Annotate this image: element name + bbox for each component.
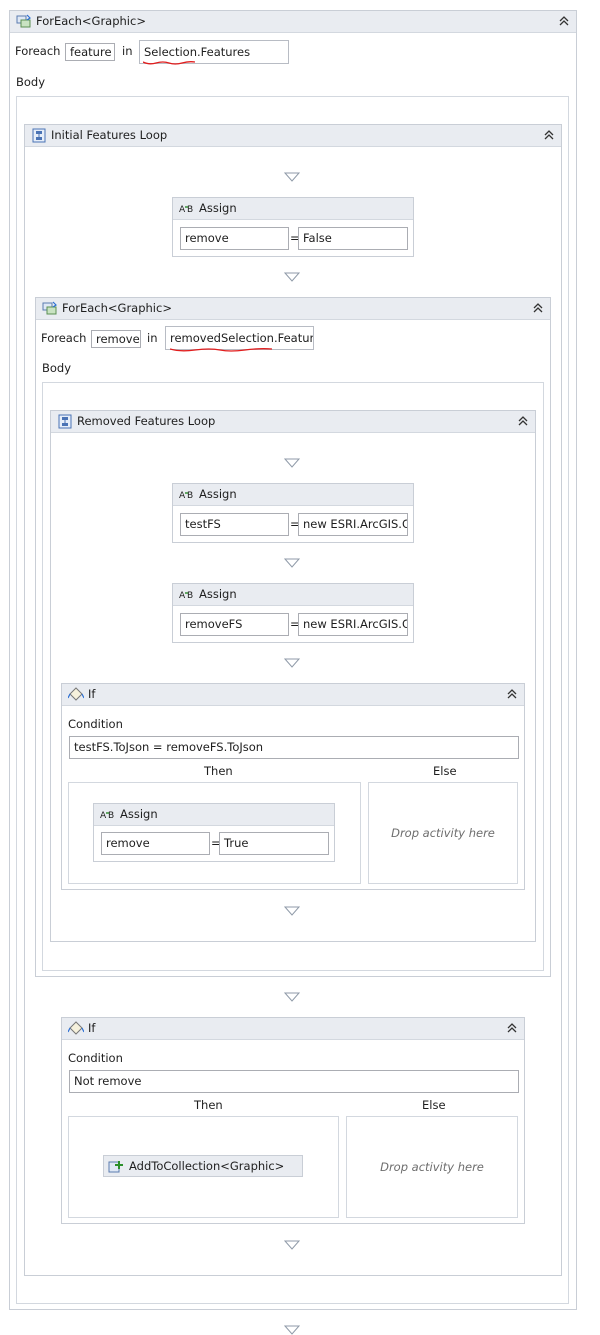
collapse-chevron-icon[interactable]	[531, 301, 545, 315]
if-icon	[68, 687, 84, 702]
assign-header[interactable]: Assign	[173, 484, 413, 506]
else-branch[interactable]: Drop activity here	[368, 782, 518, 884]
body-label: Body	[42, 361, 72, 375]
foreach-icon	[42, 301, 58, 316]
outer-foreach-title: ForEach<Graphic>	[36, 14, 146, 28]
drop-arrow-icon[interactable]	[284, 992, 300, 1002]
add-to-collection-title: AddToCollection<Graphic>	[129, 1159, 285, 1173]
assign-icon	[179, 587, 195, 602]
drop-activity-placeholder[interactable]: Drop activity here	[347, 1160, 517, 1174]
assign-testfs-activity[interactable]: Assign testFS = new ESRI.ArcGIS.Cl	[172, 483, 414, 543]
condition-input[interactable]: Not remove	[69, 1070, 519, 1093]
collapse-chevron-icon[interactable]	[505, 687, 519, 701]
drop-arrow-icon[interactable]	[284, 558, 300, 568]
assign-title: Assign	[120, 807, 158, 821]
then-label: Then	[204, 764, 233, 778]
foreach-label: Foreach	[15, 44, 61, 58]
assign-icon	[100, 807, 116, 822]
assign-icon	[179, 201, 195, 216]
foreach-label: Foreach	[41, 331, 87, 345]
error-squiggle	[143, 61, 195, 65]
condition-label: Condition	[68, 717, 123, 731]
initial-features-loop-header[interactable]: Initial Features Loop	[25, 125, 561, 147]
collapse-chevron-icon[interactable]	[542, 128, 556, 142]
add-to-collection-activity[interactable]: AddToCollection<Graphic>	[103, 1155, 303, 1177]
assign-value-input[interactable]: new ESRI.ArcGIS.Cl	[298, 513, 408, 536]
assign-to-input[interactable]: testFS	[180, 513, 289, 536]
initial-features-loop-title: Initial Features Loop	[51, 128, 168, 142]
sequence-icon	[31, 128, 47, 143]
assign-removefs-activity[interactable]: Assign removeFS = new ESRI.ArcGIS.Cl	[172, 583, 414, 643]
assign-header[interactable]: Assign	[94, 804, 334, 826]
item-variable-input[interactable]: removed	[91, 330, 141, 348]
assign-remove-false-activity[interactable]: Assign remove = False	[172, 197, 414, 257]
assign-title: Assign	[199, 587, 237, 601]
assign-value-input[interactable]: new ESRI.ArcGIS.Cl	[298, 613, 408, 636]
condition-label: Condition	[68, 1051, 123, 1065]
if-not-remove-activity[interactable]: If Condition Not remove Then Else Drop a…	[61, 1017, 525, 1224]
assign-header[interactable]: Assign	[173, 198, 413, 220]
else-branch[interactable]: Drop activity here	[346, 1116, 518, 1218]
if-header[interactable]: If	[62, 684, 524, 706]
collapse-chevron-icon[interactable]	[557, 14, 571, 28]
else-label: Else	[422, 1098, 446, 1112]
in-label: in	[122, 44, 133, 58]
drop-arrow-icon[interactable]	[284, 458, 300, 468]
drop-arrow-icon[interactable]	[284, 272, 300, 282]
then-label: Then	[194, 1098, 223, 1112]
assign-to-input[interactable]: remove	[180, 227, 289, 250]
removed-features-loop-header[interactable]: Removed Features Loop	[51, 411, 535, 433]
assign-remove-true-activity[interactable]: Assign remove = True	[93, 803, 335, 862]
error-squiggle	[170, 348, 272, 352]
if-header[interactable]: If	[62, 1018, 524, 1040]
outer-foreach-header[interactable]: ForEach<Graphic>	[10, 11, 576, 33]
collapse-chevron-icon[interactable]	[516, 414, 530, 428]
assign-title: Assign	[199, 487, 237, 501]
assign-title: Assign	[199, 201, 237, 215]
if-icon	[68, 1021, 84, 1036]
assign-to-input[interactable]: remove	[101, 832, 210, 855]
assign-header[interactable]: Assign	[173, 584, 413, 606]
foreach-icon	[16, 14, 32, 29]
else-label: Else	[433, 764, 457, 778]
assign-icon	[179, 487, 195, 502]
drop-arrow-icon[interactable]	[284, 1325, 300, 1335]
drop-arrow-icon[interactable]	[284, 906, 300, 916]
collapse-chevron-icon[interactable]	[505, 1021, 519, 1035]
sequence-icon	[57, 414, 73, 429]
drop-arrow-icon[interactable]	[284, 1240, 300, 1250]
assign-to-input[interactable]: removeFS	[180, 613, 289, 636]
add-to-collection-icon	[108, 1159, 124, 1174]
removed-features-loop-title: Removed Features Loop	[77, 414, 216, 428]
inner-foreach-header[interactable]: ForEach<Graphic>	[36, 298, 550, 320]
in-label: in	[147, 331, 158, 345]
assign-value-input[interactable]: True	[219, 832, 329, 855]
assign-value-input[interactable]: False	[298, 227, 408, 250]
drop-arrow-icon[interactable]	[284, 172, 300, 182]
item-variable-input[interactable]: feature	[65, 43, 115, 61]
if-title: If	[88, 687, 96, 701]
inner-foreach-title: ForEach<Graphic>	[62, 301, 172, 315]
body-label: Body	[16, 75, 46, 89]
drop-arrow-icon[interactable]	[284, 658, 300, 668]
drop-activity-placeholder[interactable]: Drop activity here	[369, 826, 517, 840]
if-title: If	[88, 1021, 96, 1035]
condition-input[interactable]: testFS.ToJson = removeFS.ToJson	[69, 736, 519, 759]
